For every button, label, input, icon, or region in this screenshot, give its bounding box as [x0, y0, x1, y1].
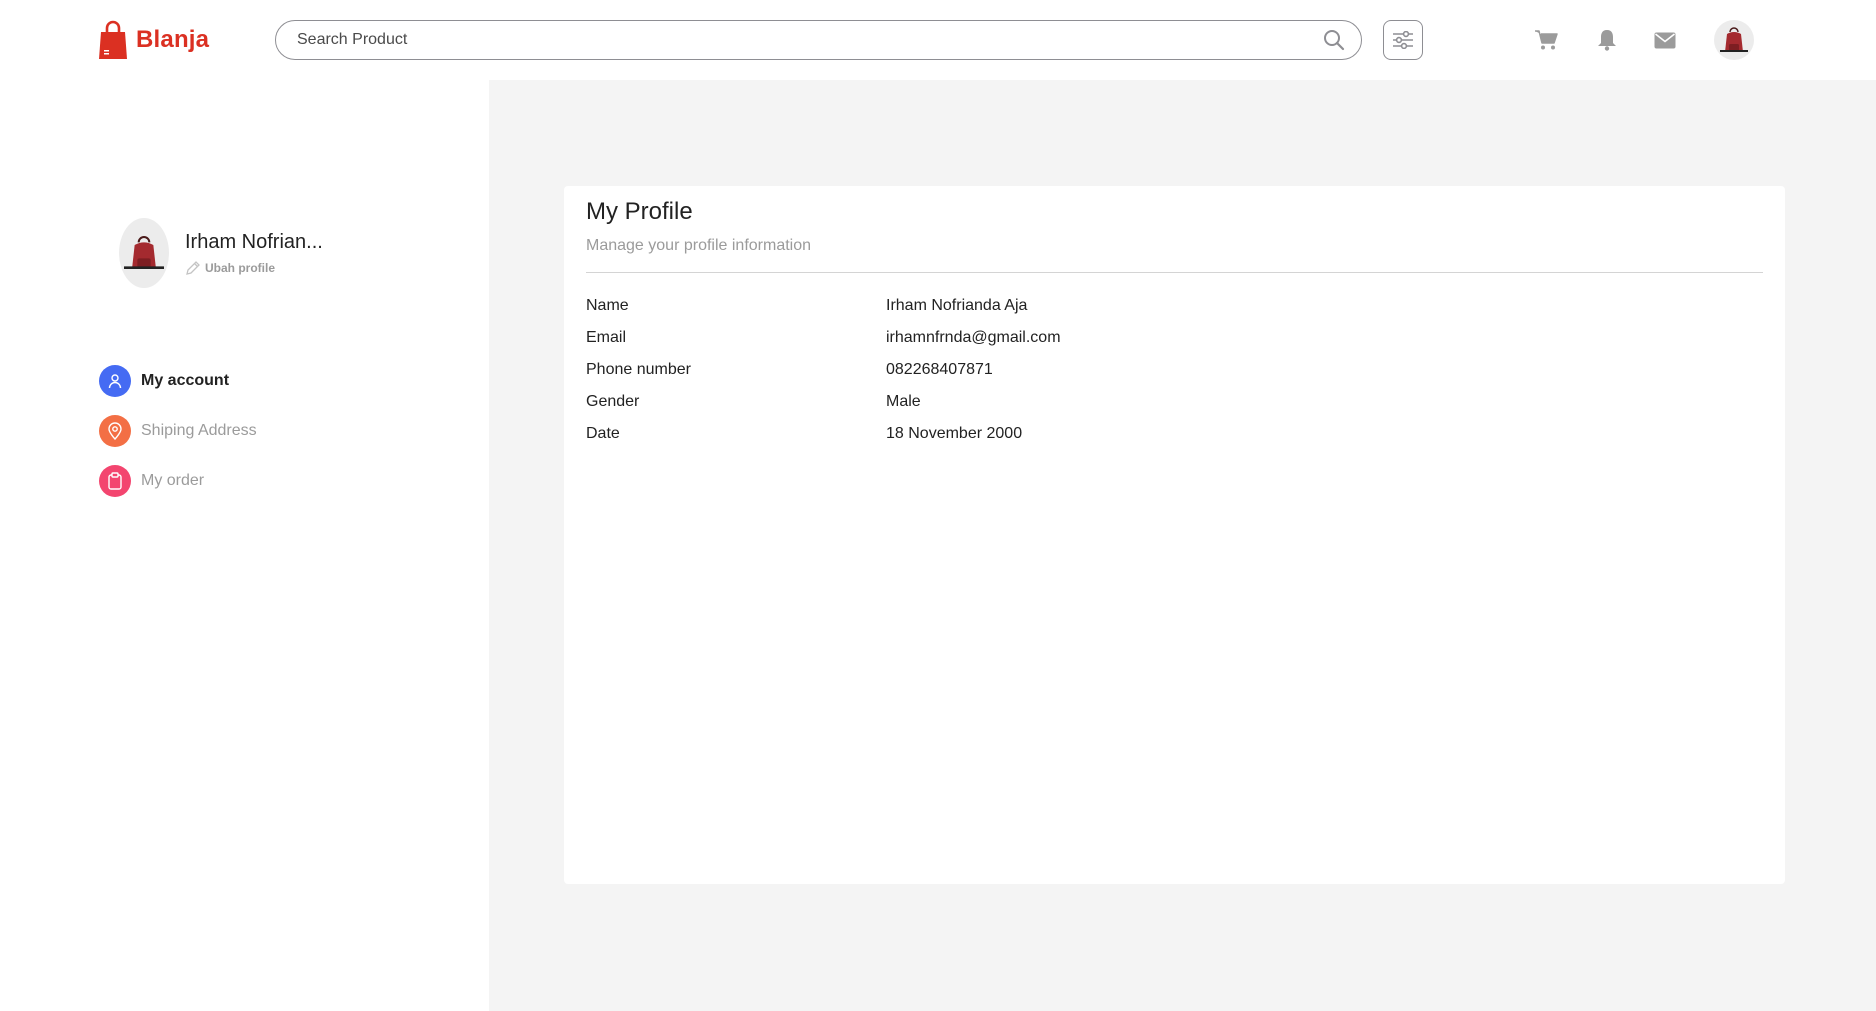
navbar: Blanja	[0, 0, 1876, 80]
row-label: Phone number	[586, 361, 691, 378]
row-value: irhamnfrnda@gmail.com	[886, 329, 1061, 346]
profile-summary: Irham Nofrian... Ubah profile	[119, 218, 323, 288]
search-bar	[275, 20, 1362, 60]
profile-row-gender: Gender Male	[586, 386, 1386, 418]
backpack-avatar-icon	[124, 236, 164, 269]
search-input[interactable]	[297, 31, 1323, 49]
brand-name: Blanja	[136, 26, 210, 53]
row-value: Irham Nofrianda Aja	[886, 297, 1028, 314]
profile-name: Irham Nofrian...	[185, 230, 323, 253]
sidebar-item-shipping-address[interactable]: Shiping Address	[99, 415, 257, 447]
shopping-bag-logo-icon	[99, 20, 127, 59]
avatar[interactable]	[119, 218, 169, 288]
profile-row-email: Email irhamnfrnda@gmail.com	[586, 322, 1386, 354]
profile-row-name: Name Irham Nofrianda Aja	[586, 290, 1386, 322]
sidebar: Irham Nofrian... Ubah profile My account	[0, 80, 489, 1011]
mail-icon	[1654, 32, 1676, 48]
edit-profile-label: Ubah profile	[205, 260, 276, 275]
profile-row-date: Date 18 November 2000	[586, 418, 1386, 450]
notification-button[interactable]	[1594, 27, 1620, 53]
clipboard-icon	[99, 465, 131, 497]
row-label: Date	[586, 425, 620, 442]
bell-icon	[1598, 30, 1616, 51]
row-label: Email	[586, 329, 627, 346]
profile-summary-text: Irham Nofrian... Ubah profile	[185, 231, 323, 276]
pencil-icon	[186, 260, 200, 275]
cart-icon	[1535, 30, 1558, 50]
search-icon[interactable]	[1323, 29, 1345, 51]
sidebar-item-label: My account	[141, 372, 230, 389]
row-label: Name	[586, 297, 629, 314]
row-value: 082268407871	[886, 361, 993, 378]
mail-button[interactable]	[1652, 27, 1678, 53]
edit-profile-link[interactable]: Ubah profile	[185, 260, 323, 276]
sidebar-item-label: Shiping Address	[141, 422, 257, 439]
sidebar-menu: My account Shiping Address My order	[99, 365, 257, 497]
row-value: 18 November 2000	[886, 425, 1023, 442]
divider	[586, 272, 1763, 273]
filter-button[interactable]	[1383, 20, 1423, 60]
profile-info-table: Name Irham Nofrianda Aja Email irhamnfrn…	[586, 290, 1386, 450]
page-title: My Profile	[586, 198, 693, 225]
header-avatar[interactable]	[1714, 20, 1754, 60]
cart-button[interactable]	[1533, 27, 1559, 53]
profile-card: My Profile Manage your profile informati…	[564, 186, 1785, 884]
backpack-avatar-icon	[1720, 27, 1748, 52]
brand-logo[interactable]: Blanja	[98, 18, 209, 62]
sidebar-item-my-account[interactable]: My account	[99, 365, 257, 397]
user-icon	[99, 365, 131, 397]
profile-row-phone: Phone number 082268407871	[586, 354, 1386, 386]
row-label: Gender	[586, 393, 640, 410]
main-content: My Profile Manage your profile informati…	[489, 80, 1876, 1011]
sidebar-item-my-order[interactable]: My order	[99, 465, 257, 497]
sidebar-item-label: My order	[141, 472, 205, 489]
filter-icon	[1393, 31, 1413, 49]
map-pin-icon	[99, 415, 131, 447]
row-value: Male	[886, 393, 921, 410]
page-subtitle: Manage your profile information	[586, 237, 812, 254]
